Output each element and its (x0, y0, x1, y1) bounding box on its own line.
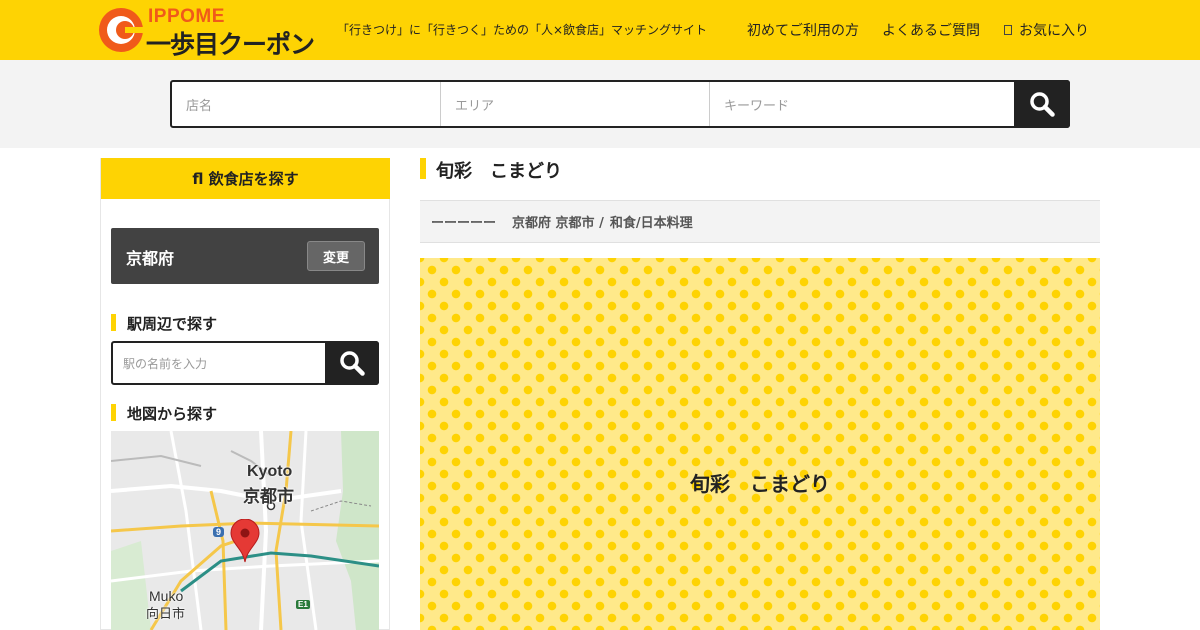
site-header: IPPOME 一歩目クーポン 「行きつけ」に「行きつく」ための「人×飲食店」マッ… (0, 0, 1200, 60)
rating-stars: ーーーーー (431, 216, 497, 231)
search-band: 店名 エリア キーワード (0, 60, 1200, 148)
site-logo[interactable]: IPPOME 一歩目クーポン (98, 4, 328, 59)
change-prefecture-button[interactable]: 変更 (307, 241, 365, 271)
station-search-heading: 駅周辺で探す (111, 313, 217, 334)
shop-title: 旬彩 こまどり (420, 157, 562, 183)
find-restaurant-heading: fl 飲食店を探す (101, 158, 390, 199)
shop-hero-image: 旬彩 こまどり (420, 258, 1100, 630)
hero-shop-name: 旬彩 こまどり (690, 472, 830, 496)
station-search-button[interactable] (325, 341, 379, 385)
area-input[interactable]: エリア (441, 82, 710, 126)
search-icon (340, 351, 365, 376)
map-label-kyoto-ja: 京都市 (243, 487, 294, 507)
search-button[interactable] (1014, 80, 1070, 128)
map-route-badge: 9 (213, 527, 225, 537)
prefecture-name: 京都府 (126, 249, 175, 268)
map-label-muko-ja: 向日市 (146, 607, 186, 622)
station-name-input[interactable]: 駅の名前を入力 (113, 343, 325, 383)
nav-faq-link[interactable]: よくあるご質問 (882, 20, 980, 40)
shop-info-bar: ーーーーー 京都府 京都市 / 和食/日本料理 (420, 200, 1100, 243)
search-icon (1030, 92, 1055, 117)
map-label-muko-en: Muko (149, 588, 184, 604)
shop-name-input[interactable]: 店名 (172, 82, 441, 126)
search-form: 店名 エリア キーワード (170, 80, 1070, 128)
nav-favorites-link[interactable]: お気に入り (1004, 20, 1089, 40)
logo-japanese-text: 一歩目クーポン (146, 30, 315, 59)
map-search-heading: 地図から探す (111, 403, 217, 424)
station-search-form: 駅の名前を入力 (111, 341, 379, 385)
site-tagline: 「行きつけ」に「行きつく」ための「人×飲食店」マッチングサイト (337, 23, 708, 37)
keyword-input[interactable]: キーワード (710, 82, 1014, 126)
nav-favorites-label: お気に入り (1019, 23, 1089, 39)
map-expressway-badge: E1 (296, 600, 310, 609)
favorites-icon (1004, 25, 1012, 35)
nav-first-time-link[interactable]: 初めてご利用の方 (747, 20, 859, 40)
sidebar: fl 飲食店を探す 京都府 変更 駅周辺で探す 駅の名前を入力 地図から探す K… (100, 158, 390, 630)
logo-mark-icon (99, 8, 144, 52)
shop-location[interactable]: 京都府 京都市 / (512, 212, 604, 231)
area-map[interactable]: Kyoto 京都市 Muko 向日市 9 E1 (111, 431, 379, 630)
map-pin-icon (230, 519, 260, 563)
map-label-kyoto-en: Kyoto (247, 463, 293, 480)
prefecture-selector: 京都府 変更 (111, 228, 379, 284)
shop-genre[interactable]: 和食/日本料理 (610, 212, 693, 231)
